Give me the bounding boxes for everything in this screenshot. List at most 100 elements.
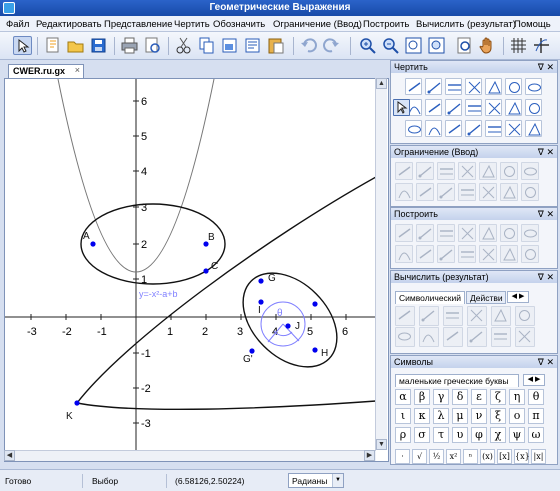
zoom-selection-icon[interactable] [427,36,446,55]
point-j[interactable] [285,323,291,329]
construct-tool-icon[interactable] [479,245,497,263]
greek-symbol-button[interactable]: ψ [509,427,525,443]
calculate-tool-icon[interactable] [467,306,487,326]
calculate-tool-icon[interactable] [419,327,439,347]
constraint-tool-icon[interactable] [437,162,455,180]
greek-symbol-button[interactable]: ω [528,427,544,443]
math-template-button[interactable]: ⁿ [463,449,478,464]
greek-symbol-button[interactable]: ι [395,408,411,424]
tab-symbolic[interactable]: Символический [395,291,465,304]
calculate-tool-icon[interactable] [395,327,415,347]
scroll-up-icon[interactable]: ▲ [376,78,387,89]
construct-tool-icon[interactable] [416,224,434,242]
cut-icon[interactable] [174,36,193,55]
draw-tool-icon[interactable] [485,99,502,116]
document-tab[interactable]: CWER.ru.gx × [8,64,84,78]
calculate-tool-icon[interactable] [515,306,535,326]
math-template-button[interactable]: |x| [531,449,546,464]
construct-tool-icon[interactable] [395,224,413,242]
draw-tool-icon[interactable] [405,120,422,137]
greek-symbol-button[interactable]: λ [433,408,449,424]
angle-units-select[interactable]: Радианы ▼ [288,473,344,488]
greek-symbol-button[interactable]: χ [490,427,506,443]
draw-tool-icon[interactable] [465,120,482,137]
calculate-tool-icon[interactable] [467,327,487,347]
math-template-button[interactable]: {x} [514,449,530,464]
point-a[interactable] [90,241,96,247]
scroll-left-icon[interactable]: ◀ [4,450,15,461]
greek-symbol-button[interactable]: ε [471,389,487,405]
panel-pin-close-icon[interactable]: ᐁ ✕ [538,61,554,73]
draw-tool-icon[interactable] [465,78,482,95]
constraint-tool-icon[interactable] [500,183,518,201]
constraint-tool-icon[interactable] [458,183,476,201]
calculate-tool-icon[interactable] [491,327,511,347]
scroll-right-icon[interactable]: ▶ [364,450,375,461]
select-arrow-icon[interactable] [13,36,32,55]
menu-edit[interactable]: Редактировать [36,19,102,30]
draw-tool-icon[interactable] [505,78,522,95]
construct-tool-icon[interactable] [521,224,539,242]
print-icon[interactable] [120,36,139,55]
constraint-tool-icon[interactable] [458,162,476,180]
calculate-tool-icon[interactable] [395,306,415,326]
greek-symbol-button[interactable]: υ [452,427,468,443]
zoom-out-icon[interactable] [381,36,400,55]
draw-tool-icon[interactable] [525,120,542,137]
constraint-tool-icon[interactable] [416,162,434,180]
print-preview-icon[interactable] [143,36,162,55]
tab-small-greek[interactable]: маленькие греческие буквы [395,374,519,387]
greek-symbol-button[interactable]: κ [414,408,430,424]
calculate-tool-icon[interactable] [491,306,511,326]
pan-hand-icon[interactable] [478,36,497,55]
menu-calculate[interactable]: Вычислить (результат) [416,19,516,30]
new-document-icon[interactable] [43,36,62,55]
calculate-tool-icon[interactable] [419,306,439,326]
point-g[interactable] [258,278,264,284]
greek-symbol-button[interactable]: φ [471,427,487,443]
construct-tool-icon[interactable] [437,224,455,242]
menu-construct[interactable]: Построить [363,19,409,30]
panel-pin-close-icon[interactable]: ᐁ ✕ [538,356,554,368]
calculate-tool-icon[interactable] [443,327,463,347]
point-i[interactable] [258,299,264,305]
zoom-fit-icon[interactable] [404,36,423,55]
copy-icon[interactable] [197,36,216,55]
menu-view[interactable]: Представление [104,19,173,30]
construct-tool-icon[interactable] [521,245,539,263]
draw-tool-icon[interactable] [445,78,462,95]
constraint-tool-icon[interactable] [521,162,539,180]
draw-tool-icon[interactable] [485,120,502,137]
greek-symbol-button[interactable]: θ [528,389,544,405]
copy-image-icon[interactable] [220,36,239,55]
panel-pin-close-icon[interactable]: ᐁ ✕ [538,208,554,220]
draw-tool-icon[interactable] [425,99,442,116]
construct-tool-icon[interactable] [458,224,476,242]
draw-tool-icon[interactable] [465,99,482,116]
constraint-tool-icon[interactable] [416,183,434,201]
drawing-canvas[interactable]: -3 -2 -1 1 2 3 4 5 6 6 5 4 3 2 1 -1 -2 -3 A B [4,78,389,462]
greek-symbol-button[interactable]: β [414,389,430,405]
close-tab-icon[interactable]: × [75,65,80,75]
greek-symbol-button[interactable]: γ [433,389,449,405]
tab-scroll-arrows-icon[interactable]: ◀ ▶ [507,291,529,303]
greek-symbol-button[interactable]: π [528,408,544,424]
greek-symbol-button[interactable]: μ [452,408,468,424]
zoom-in-icon[interactable] [358,36,377,55]
symbols-scroll-arrows-icon[interactable]: ◀ ▶ [523,374,545,386]
math-template-button[interactable]: ½ [429,449,444,464]
panel-pin-close-icon[interactable]: ᐁ ✕ [538,271,554,283]
horizontal-scrollbar[interactable]: ◀ ▶ [4,450,376,461]
greek-symbol-button[interactable]: η [509,389,525,405]
construct-tool-icon[interactable] [479,224,497,242]
math-template-button[interactable]: [x] [497,449,512,464]
chevron-down-icon[interactable]: ▼ [332,474,343,487]
construct-tool-icon[interactable] [395,245,413,263]
draw-tool-icon[interactable] [485,78,502,95]
math-template-button[interactable]: (x) [480,449,495,464]
menu-file[interactable]: Файл [6,19,29,30]
menu-draw[interactable]: Чертить [174,19,210,30]
constraint-tool-icon[interactable] [521,183,539,201]
paste-icon[interactable] [266,36,285,55]
draw-tool-icon[interactable] [525,78,542,95]
